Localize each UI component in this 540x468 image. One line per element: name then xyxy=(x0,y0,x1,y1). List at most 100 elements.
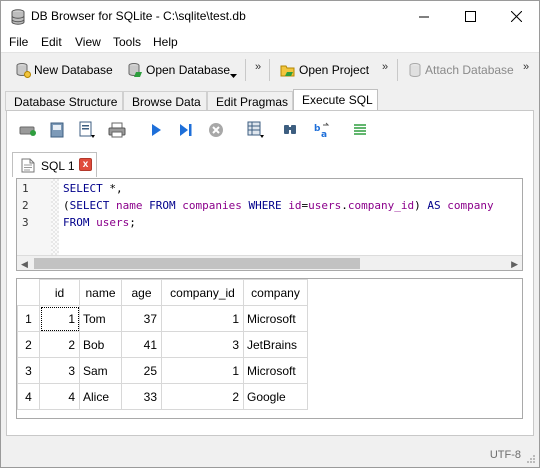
find-button[interactable] xyxy=(279,119,301,141)
cell-company-id[interactable]: 1 xyxy=(161,357,244,384)
tab-execute-sql[interactable]: Execute SQL xyxy=(293,89,378,111)
menu-tools[interactable]: Tools xyxy=(113,35,141,49)
cell-company[interactable]: Microsoft xyxy=(243,357,308,384)
table-row: 3 3 Sam 25 1 Microsoft xyxy=(17,357,308,384)
cell-age[interactable]: 41 xyxy=(121,331,162,358)
play-line-icon xyxy=(180,124,192,136)
execute-all-button[interactable] xyxy=(145,119,167,141)
sql-keyword: FROM xyxy=(63,216,90,229)
tab-sql-1[interactable]: SQL 1 x xyxy=(12,152,97,177)
menu-view[interactable]: View xyxy=(75,35,101,49)
cell-name[interactable]: Bob xyxy=(79,331,122,358)
menu-file[interactable]: File xyxy=(9,35,28,49)
open-database-button[interactable]: Open Database xyxy=(127,60,230,80)
scroll-left-icon[interactable]: ◀ xyxy=(21,259,28,270)
open-project-button[interactable]: Open Project xyxy=(280,60,369,80)
scrollbar-thumb[interactable] xyxy=(34,258,360,269)
row-header[interactable]: 2 xyxy=(17,331,40,358)
print-button[interactable] xyxy=(106,119,128,141)
cell-company-id[interactable]: 1 xyxy=(161,305,244,332)
close-button[interactable] xyxy=(493,1,539,32)
open-project-label: Open Project xyxy=(299,63,370,77)
line-number-gutter: 1 2 3 xyxy=(17,179,51,255)
sql-text: ) xyxy=(414,199,428,212)
window-title: DB Browser for SQLite - C:\sqlite\test.d… xyxy=(31,9,246,23)
menu-help[interactable]: Help xyxy=(153,35,178,49)
maximize-button[interactable] xyxy=(447,1,493,32)
cell-name[interactable]: Tom xyxy=(79,305,122,332)
menu-edit[interactable]: Edit xyxy=(41,35,62,49)
sql-tab-label: SQL 1 xyxy=(41,159,75,173)
tab-edit-pragmas[interactable]: Edit Pragmas xyxy=(207,91,293,111)
resize-grip-icon[interactable] xyxy=(526,454,536,464)
column-header-name[interactable]: name xyxy=(79,279,122,306)
find-icon xyxy=(284,125,296,134)
column-header-age[interactable]: age xyxy=(121,279,162,306)
cell-id[interactable]: 2 xyxy=(39,331,80,358)
comment-lines-icon xyxy=(354,124,366,135)
cell-company[interactable]: Microsoft xyxy=(243,305,308,332)
sql-toolbar: ba xyxy=(7,117,533,143)
cell-id[interactable]: 3 xyxy=(39,357,80,384)
open-sql-file-icon xyxy=(50,122,64,138)
cell-company[interactable]: JetBrains xyxy=(243,331,308,358)
row-header[interactable]: 4 xyxy=(17,383,40,410)
close-tab-icon[interactable]: x xyxy=(79,158,92,171)
row-header[interactable]: 3 xyxy=(17,357,40,384)
tab-browse-data[interactable]: Browse Data xyxy=(123,91,207,111)
save-results-icon xyxy=(247,121,264,138)
find-replace-button[interactable]: ba xyxy=(311,119,333,141)
new-database-icon xyxy=(16,63,31,78)
sql-editor[interactable]: 1 2 3 SELECT *, (SELECT name FROM compan… xyxy=(16,178,523,271)
attach-database-button[interactable]: Attach Database xyxy=(408,60,514,80)
menu-bar: File Edit View Tools Help xyxy=(1,32,539,52)
scroll-right-icon[interactable]: ▶ xyxy=(511,259,518,270)
column-header-company[interactable]: company xyxy=(243,279,308,306)
attach-database-icon xyxy=(409,63,421,78)
results-grid: id name age company_id company 1 1 Tom 3… xyxy=(16,278,523,419)
toolbar-overflow-button[interactable]: » xyxy=(255,61,261,73)
column-header-company-id[interactable]: company_id xyxy=(161,279,244,306)
line-number: 2 xyxy=(22,199,29,212)
save-results-button[interactable] xyxy=(245,119,267,141)
open-database-icon xyxy=(128,63,142,77)
open-project-icon xyxy=(280,65,295,77)
cell-age[interactable]: 37 xyxy=(121,305,162,332)
toolbar-overflow-button-2[interactable]: » xyxy=(382,61,388,73)
cell-company[interactable]: Google xyxy=(243,383,308,410)
svg-text:a: a xyxy=(321,130,327,138)
sql-identifier: id xyxy=(288,199,302,212)
open-sql-file-button[interactable] xyxy=(46,119,68,141)
cell-age[interactable]: 25 xyxy=(121,357,162,384)
sql-text: ( xyxy=(63,199,70,212)
tab-database-structure[interactable]: Database Structure xyxy=(5,91,123,111)
dropdown-arrow-icon[interactable] xyxy=(230,74,237,78)
sql-identifier: company xyxy=(447,199,494,212)
cell-name[interactable]: Sam xyxy=(79,357,122,384)
maximize-icon xyxy=(464,11,476,22)
new-database-button[interactable]: New Database xyxy=(15,60,113,80)
new-database-label: New Database xyxy=(34,63,113,77)
cell-name[interactable]: Alice xyxy=(79,383,122,410)
cell-id[interactable]: 4 xyxy=(39,383,80,410)
database-icon xyxy=(11,9,25,25)
save-sql-file-button[interactable] xyxy=(76,119,98,141)
editor-horizontal-scrollbar[interactable]: ◀ ▶ xyxy=(17,255,522,270)
row-header[interactable]: 1 xyxy=(17,305,40,332)
column-header-id[interactable]: id xyxy=(39,279,80,306)
corner-cell[interactable] xyxy=(17,279,40,306)
status-bar: UTF-8 xyxy=(1,443,539,467)
stop-execution-button[interactable] xyxy=(205,119,227,141)
cell-company-id[interactable]: 3 xyxy=(161,331,244,358)
execute-current-line-button[interactable] xyxy=(175,119,197,141)
minimize-button[interactable] xyxy=(401,1,447,32)
cell-company-id[interactable]: 2 xyxy=(161,383,244,410)
main-tabs: Database Structure Browse Data Edit Prag… xyxy=(1,89,539,111)
comment-block-button[interactable] xyxy=(349,119,371,141)
toolbar-overflow-button-3[interactable]: » xyxy=(523,61,529,73)
open-tab-button[interactable] xyxy=(17,119,39,141)
print-icon xyxy=(108,122,126,138)
cell-id[interactable]: 1 xyxy=(39,305,80,332)
cell-age[interactable]: 33 xyxy=(121,383,162,410)
